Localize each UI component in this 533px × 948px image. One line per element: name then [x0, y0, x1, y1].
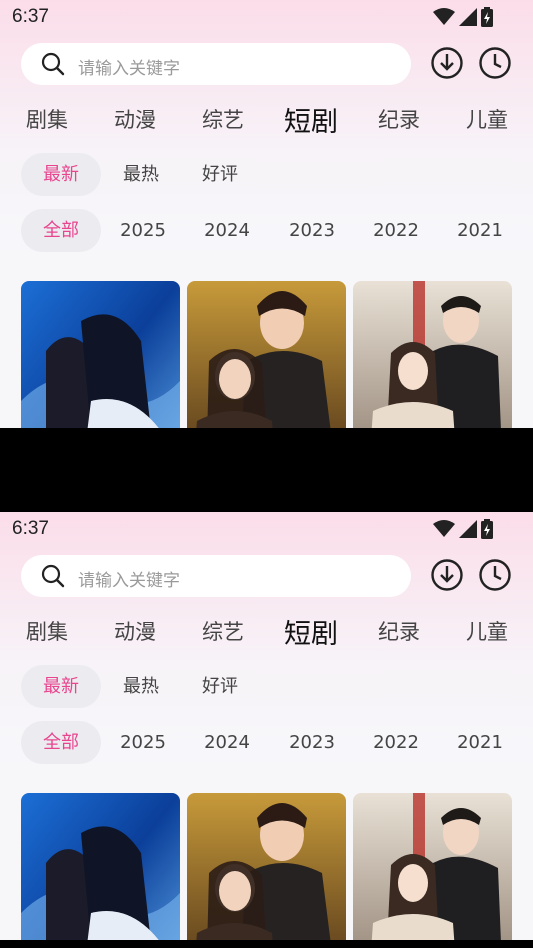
- battery-icon: [481, 7, 493, 27]
- search-icon: [41, 52, 65, 80]
- year-filter-row: 全部 2025 2024 2023 2022 2021: [0, 721, 533, 765]
- wifi-icon: [433, 520, 455, 538]
- poster-card[interactable]: [353, 793, 512, 940]
- year-all-chip[interactable]: 全部: [21, 721, 101, 764]
- tab-drama-series[interactable]: 剧集: [26, 616, 68, 646]
- download-icon: [431, 559, 463, 591]
- year-2024-chip[interactable]: 2024: [188, 209, 266, 252]
- sort-hottest-chip[interactable]: 最热: [101, 665, 181, 708]
- category-tabs: 剧集 动漫 综艺 短剧 纪录 儿童: [0, 608, 533, 652]
- poster-image: [21, 793, 180, 940]
- sort-latest-chip[interactable]: 最新: [21, 153, 101, 196]
- status-bar: 6:37: [0, 0, 533, 36]
- poster-image: [187, 281, 346, 428]
- tab-short-drama[interactable]: 短剧: [284, 100, 338, 139]
- poster-grid: [0, 793, 533, 940]
- search-icon: [41, 564, 65, 592]
- signal-icon: [459, 520, 477, 538]
- sort-filter-row: 最新 最热 好评: [0, 153, 533, 197]
- app-screen-bottom: 6:37 请输入关键字 剧集 动漫 综艺 短剧 纪录 儿童 最新 最热 好评 全…: [0, 512, 533, 940]
- poster-card[interactable]: [21, 281, 180, 428]
- year-2025-chip[interactable]: 2025: [104, 721, 182, 764]
- history-clock-icon: [479, 47, 511, 79]
- battery-icon: [481, 519, 493, 539]
- search-placeholder: 请输入关键字: [78, 571, 180, 591]
- tab-variety[interactable]: 综艺: [202, 104, 244, 134]
- year-2022-chip[interactable]: 2022: [357, 721, 435, 764]
- tab-kids[interactable]: 儿童: [466, 616, 508, 646]
- signal-icon: [459, 8, 477, 26]
- search-placeholder: 请输入关键字: [78, 59, 180, 79]
- tab-documentary[interactable]: 纪录: [378, 616, 420, 646]
- year-all-chip[interactable]: 全部: [21, 209, 101, 252]
- sort-filter-row: 最新 最热 好评: [0, 665, 533, 709]
- year-2025-chip[interactable]: 2025: [104, 209, 182, 252]
- app-screen-top: 6:37 请输入关键字 剧集 动漫 综艺 短剧 纪录 儿童 最新 最热 好评 全…: [0, 0, 533, 428]
- year-2023-chip[interactable]: 2023: [273, 721, 351, 764]
- poster-grid: [0, 281, 533, 428]
- sort-latest-chip[interactable]: 最新: [21, 665, 101, 708]
- poster-image: [21, 281, 180, 428]
- download-button[interactable]: [430, 558, 464, 592]
- status-icons: [433, 7, 493, 27]
- history-button[interactable]: [478, 46, 512, 80]
- status-time: 6:37: [12, 6, 49, 27]
- poster-image: [353, 793, 512, 940]
- poster-card[interactable]: [187, 793, 346, 940]
- download-button[interactable]: [430, 46, 464, 80]
- status-bar: 6:37: [0, 512, 533, 548]
- year-2021-chip[interactable]: 2021: [441, 209, 519, 252]
- sort-top-rated-chip[interactable]: 好评: [180, 665, 260, 708]
- search-input[interactable]: 请输入关键字: [21, 555, 411, 597]
- status-time: 6:37: [12, 518, 49, 539]
- tab-kids[interactable]: 儿童: [466, 104, 508, 134]
- history-button[interactable]: [478, 558, 512, 592]
- tab-anime[interactable]: 动漫: [114, 104, 156, 134]
- tab-short-drama[interactable]: 短剧: [284, 612, 338, 651]
- year-filter-row: 全部 2025 2024 2023 2022 2021: [0, 209, 533, 253]
- sort-hottest-chip[interactable]: 最热: [101, 153, 181, 196]
- year-2024-chip[interactable]: 2024: [188, 721, 266, 764]
- tab-anime[interactable]: 动漫: [114, 616, 156, 646]
- poster-card[interactable]: [21, 793, 180, 940]
- poster-image: [187, 793, 346, 940]
- tab-documentary[interactable]: 纪录: [378, 104, 420, 134]
- wifi-icon: [433, 8, 455, 26]
- download-icon: [431, 47, 463, 79]
- sort-top-rated-chip[interactable]: 好评: [180, 153, 260, 196]
- year-2022-chip[interactable]: 2022: [357, 209, 435, 252]
- search-input[interactable]: 请输入关键字: [21, 43, 411, 85]
- year-2021-chip[interactable]: 2021: [441, 721, 519, 764]
- status-icons: [433, 519, 493, 539]
- category-tabs: 剧集 动漫 综艺 短剧 纪录 儿童: [0, 96, 533, 140]
- poster-card[interactable]: [353, 281, 512, 428]
- poster-image: [353, 281, 512, 428]
- tab-drama-series[interactable]: 剧集: [26, 104, 68, 134]
- year-2023-chip[interactable]: 2023: [273, 209, 351, 252]
- tab-variety[interactable]: 综艺: [202, 616, 244, 646]
- history-clock-icon: [479, 559, 511, 591]
- poster-card[interactable]: [187, 281, 346, 428]
